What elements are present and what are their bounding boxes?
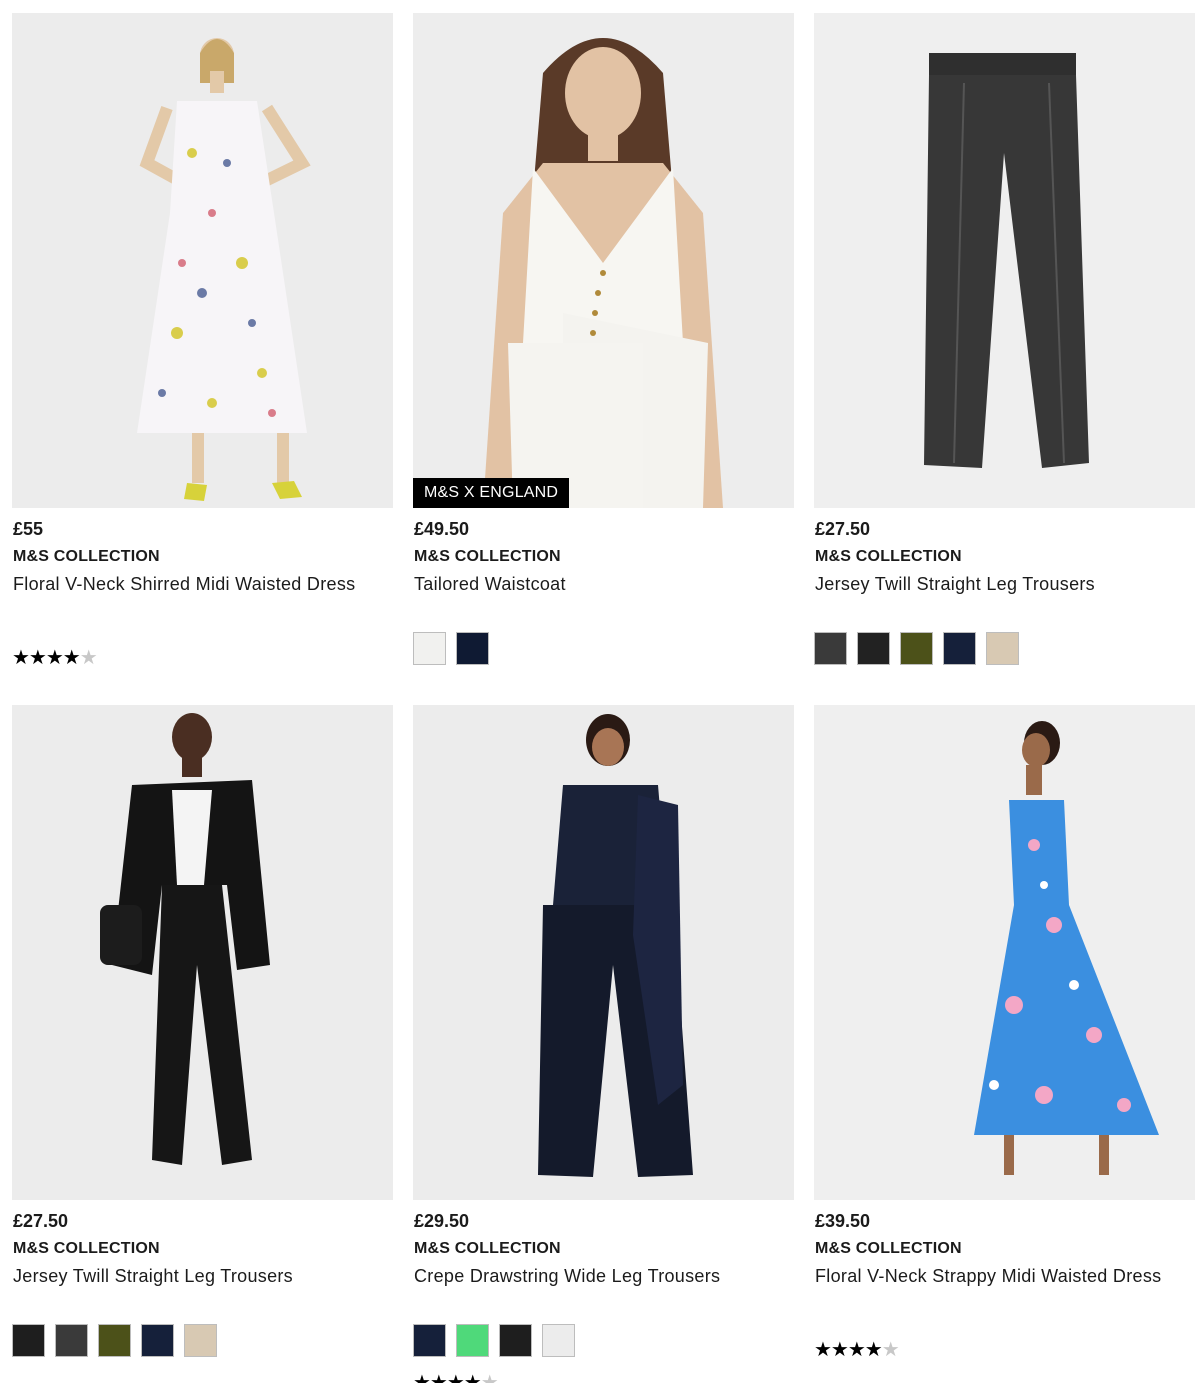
star-rating: ★★★★★ <box>12 647 98 669</box>
colour-swatch[interactable] <box>141 1324 174 1357</box>
product-name[interactable]: Floral V-Neck Strappy Midi Waisted Dress <box>815 1266 1161 1287</box>
product-photo <box>12 705 393 1200</box>
product-photo <box>814 705 1195 1200</box>
product-image[interactable] <box>814 705 1195 1200</box>
colour-swatch[interactable] <box>943 632 976 665</box>
colour-swatch[interactable] <box>456 1324 489 1357</box>
product-name[interactable]: Crepe Drawstring Wide Leg Trousers <box>414 1266 720 1287</box>
product-image[interactable] <box>12 13 393 508</box>
product-price: £49.50 <box>414 519 470 539</box>
product-price: £27.50 <box>815 519 871 539</box>
product-brand: M&S COLLECTION <box>414 1240 561 1257</box>
product-photo <box>413 705 794 1200</box>
product-name[interactable]: Tailored Waistcoat <box>414 574 566 595</box>
product-price: £39.50 <box>815 1211 871 1231</box>
colour-swatch[interactable] <box>456 632 489 665</box>
colour-swatch[interactable] <box>857 632 890 665</box>
product-card[interactable]: £29.50 M&S COLLECTION Crepe Drawstring W… <box>413 705 794 1383</box>
product-price: £55 <box>13 519 44 539</box>
colour-swatches <box>12 1324 217 1357</box>
colour-swatch[interactable] <box>900 632 933 665</box>
product-brand: M&S COLLECTION <box>815 548 962 565</box>
product-photo <box>814 13 1195 508</box>
product-card[interactable]: £55 M&S COLLECTION Floral V-Neck Shirred… <box>12 13 393 669</box>
product-image[interactable] <box>413 705 794 1200</box>
product-brand: M&S COLLECTION <box>414 548 561 565</box>
product-photo <box>12 13 393 508</box>
product-price: £27.50 <box>13 1211 69 1231</box>
product-grid: £55 M&S COLLECTION Floral V-Neck Shirred… <box>0 0 1200 1383</box>
colour-swatch[interactable] <box>413 632 446 665</box>
product-card[interactable]: £27.50 M&S COLLECTION Jersey Twill Strai… <box>12 705 393 1357</box>
product-card[interactable]: £39.50 M&S COLLECTION Floral V-Neck Stra… <box>814 705 1195 1361</box>
product-price: £29.50 <box>414 1211 470 1231</box>
colour-swatch[interactable] <box>413 1324 446 1357</box>
product-name[interactable]: Floral V-Neck Shirred Midi Waisted Dress <box>13 574 355 595</box>
product-brand: M&S COLLECTION <box>13 548 160 565</box>
product-image[interactable]: M&S X ENGLAND <box>413 13 794 508</box>
colour-swatch[interactable] <box>814 632 847 665</box>
colour-swatches <box>413 632 489 665</box>
product-photo <box>413 13 794 508</box>
product-brand: M&S COLLECTION <box>13 1240 160 1257</box>
star-rating: ★★★★★ <box>413 1372 499 1383</box>
colour-swatch[interactable] <box>184 1324 217 1357</box>
colour-swatch[interactable] <box>986 632 1019 665</box>
product-image[interactable] <box>814 13 1195 508</box>
product-badge: M&S X ENGLAND <box>413 478 570 508</box>
colour-swatch[interactable] <box>55 1324 88 1357</box>
product-card[interactable]: M&S X ENGLAND £49.50 M&S COLLECTION Tail… <box>413 13 794 665</box>
colour-swatches <box>413 1324 575 1357</box>
product-name[interactable]: Jersey Twill Straight Leg Trousers <box>13 1266 293 1287</box>
product-card[interactable]: £27.50 M&S COLLECTION Jersey Twill Strai… <box>814 13 1195 665</box>
product-brand: M&S COLLECTION <box>815 1240 962 1257</box>
colour-swatch[interactable] <box>12 1324 45 1357</box>
colour-swatch[interactable] <box>542 1324 575 1357</box>
star-rating: ★★★★★ <box>814 1339 900 1361</box>
product-image[interactable] <box>12 705 393 1200</box>
colour-swatch[interactable] <box>98 1324 131 1357</box>
colour-swatches <box>814 632 1019 665</box>
product-name[interactable]: Jersey Twill Straight Leg Trousers <box>815 574 1095 595</box>
colour-swatch[interactable] <box>499 1324 532 1357</box>
